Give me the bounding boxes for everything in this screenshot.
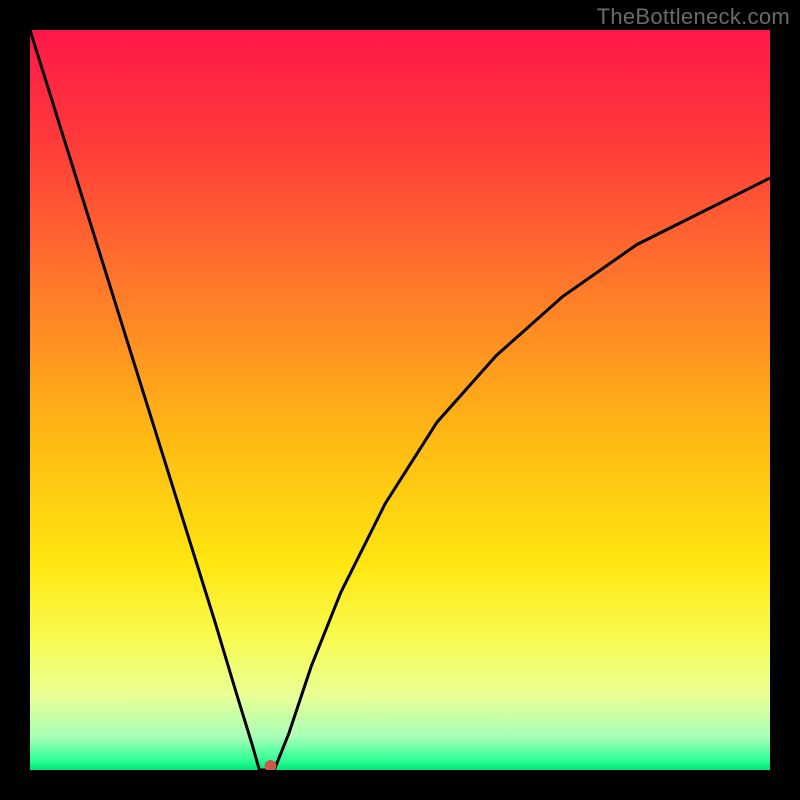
gradient-background — [30, 30, 770, 770]
watermark-label: TheBottleneck.com — [597, 4, 790, 30]
bottleneck-chart — [30, 30, 770, 770]
plot-area — [30, 30, 770, 770]
chart-frame: TheBottleneck.com — [0, 0, 800, 800]
